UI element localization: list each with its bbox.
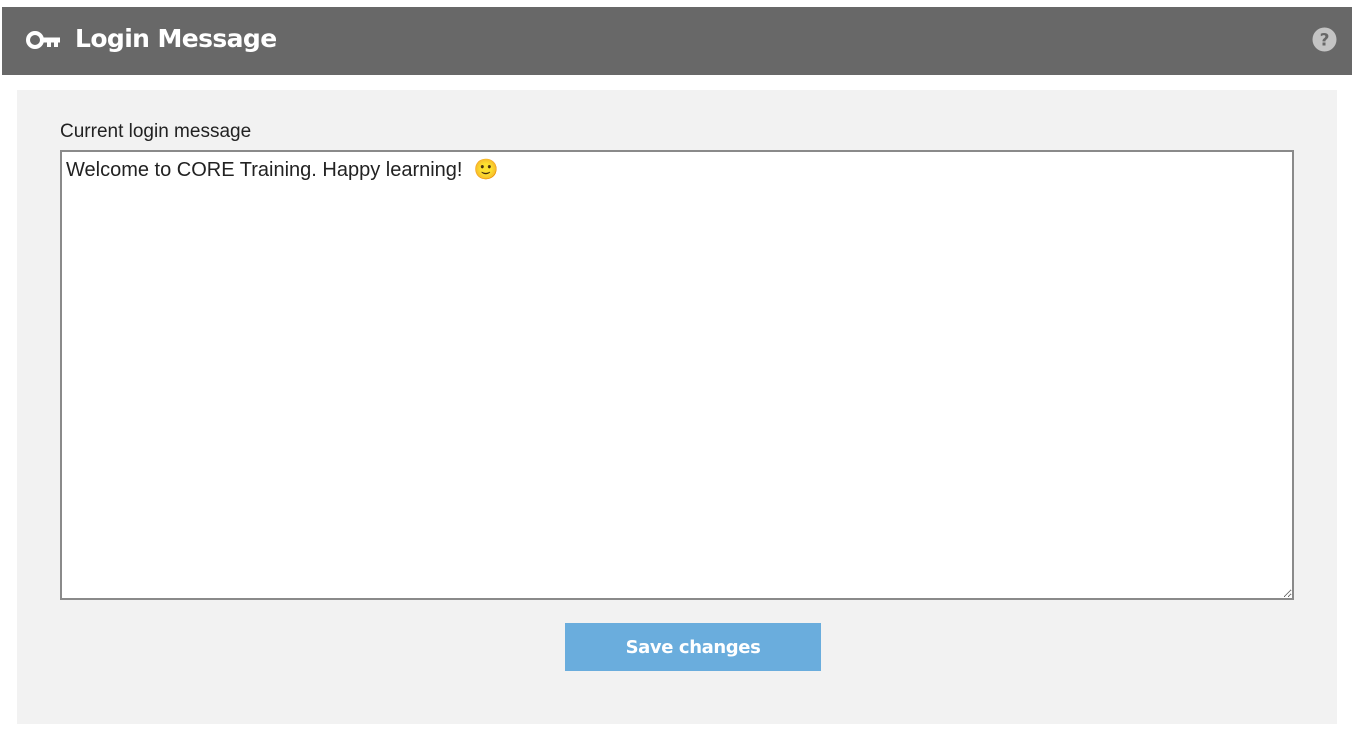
login-message-panel: Login Message ? Current login message We…	[2, 7, 1352, 740]
page: Login Message ? Current login message We…	[0, 0, 1364, 740]
save-changes-button[interactable]: Save changes	[565, 623, 821, 671]
key-icon	[26, 31, 60, 49]
login-message-textarea[interactable]: Welcome to CORE Training. Happy learning…	[60, 150, 1294, 600]
page-title: Login Message	[75, 24, 277, 53]
form-container: Current login message Welcome to CORE Tr…	[17, 90, 1337, 724]
help-icon[interactable]: ?	[1312, 27, 1337, 52]
svg-text:?: ?	[1320, 31, 1330, 51]
login-message-label: Current login message	[60, 121, 252, 142]
panel-header: Login Message ?	[2, 7, 1352, 75]
